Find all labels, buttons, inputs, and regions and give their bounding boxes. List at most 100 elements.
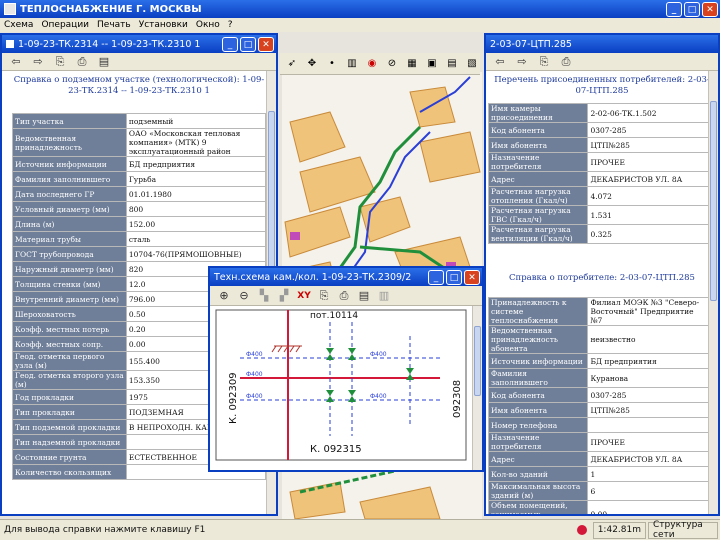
left-heading: Справка о подземном участке (технологиче…: [13, 75, 265, 96]
maximize-icon[interactable]: □: [240, 37, 256, 52]
row-key: Наружный диаметр (мм): [12, 261, 127, 277]
right-info-window: 2-03-07-ЦТП.285 ⇦ ⇨ ⎘ ⎙ Перечень присоед…: [484, 33, 720, 516]
maximize-icon[interactable]: □: [446, 270, 462, 285]
pointer-icon[interactable]: ➶: [284, 56, 300, 72]
row-key: Номер телефона: [487, 417, 589, 433]
row-value: 2-02-06-ТК.1.502: [587, 103, 710, 123]
menu-item-scheme[interactable]: Схема: [4, 20, 33, 30]
row-value: 0.00: [587, 500, 710, 514]
traffic-light-icon[interactable]: ▥: [344, 56, 360, 72]
table-row: Источник информации БД предприятия: [12, 156, 267, 172]
scheme-title: Техн.схема кам./кол. 1-09-23-ТК.2309/2: [214, 271, 412, 283]
row-key: Тип надземной прокладки: [12, 434, 127, 450]
preview-icon[interactable]: ▤: [356, 288, 372, 304]
row-key: Условный диаметр (мм): [12, 201, 127, 217]
row-value: неизвестно: [587, 325, 710, 354]
grid-icon[interactable]: ▦: [404, 56, 420, 72]
row-key: Тип прокладки: [12, 404, 127, 420]
stop-icon[interactable]: ⊘: [384, 56, 400, 72]
table-row: Объем помещений, занимаемых потребителем…: [487, 500, 710, 514]
row-key: ГОСТ трубопровода: [12, 246, 127, 262]
pan-icon[interactable]: ▚: [256, 288, 272, 304]
row-key: Толщина стенки (мм): [12, 276, 127, 292]
back-icon[interactable]: ⇦: [492, 54, 508, 70]
copy-icon[interactable]: ⎘: [536, 54, 552, 70]
forward-icon[interactable]: ⇨: [30, 54, 46, 70]
row-key: Имя абонента: [487, 402, 589, 418]
row-key: Источник информации: [487, 353, 589, 369]
zoom-in-icon[interactable]: ⊕: [216, 288, 232, 304]
print-icon[interactable]: ⎙: [336, 288, 352, 304]
row-value: 1: [587, 466, 710, 482]
zoom-out-icon[interactable]: ⊖: [236, 288, 252, 304]
row-key: Максимальная высота зданий (м): [487, 481, 589, 501]
row-key: Коэфф. местных потерь: [12, 321, 127, 337]
table-row: Ведомственная принадлежность ОАО «Московс…: [12, 128, 267, 157]
xy-icon[interactable]: XY: [296, 288, 312, 304]
table-row: Максимальная высота зданий (м) 6: [487, 481, 710, 501]
row-value: БД предприятия: [125, 156, 267, 172]
scheme-title-bar: Техн.схема кам./кол. 1-09-23-ТК.2309/2 _…: [210, 268, 482, 286]
row-key: Дата последнего ГР: [12, 186, 127, 202]
menu-item-settings[interactable]: Установки: [139, 20, 188, 30]
pan-icon[interactable]: ✥: [304, 56, 320, 72]
copy-icon[interactable]: ⎘: [52, 54, 68, 70]
table-row: Код абонента 0307-285: [487, 122, 710, 138]
table-row: Назначение потребителя ПРОЧЕЕ: [487, 152, 710, 172]
row-key: Ведомственная принадлежность абонента: [487, 325, 589, 354]
close-icon[interactable]: ✕: [464, 270, 480, 285]
fit-icon[interactable]: ▞: [276, 288, 292, 304]
row-value: ЦТП№285: [587, 402, 710, 418]
preview-icon[interactable]: ▤: [96, 54, 112, 70]
row-value: 0.325: [587, 224, 710, 244]
row-key: Адрес: [487, 451, 589, 467]
forward-icon[interactable]: ⇨: [514, 54, 530, 70]
row-value: 800: [125, 201, 267, 217]
print-icon[interactable]: ⎙: [74, 54, 90, 70]
close-icon[interactable]: ✕: [258, 37, 274, 52]
copy-icon[interactable]: ⎘: [316, 288, 332, 304]
right-scrollbar[interactable]: [708, 71, 718, 514]
scheme-window: Техн.схема кам./кол. 1-09-23-ТК.2309/2 _…: [208, 266, 484, 472]
row-key: Расчетная нагрузка ГВС (Гкал/ч): [487, 205, 589, 225]
layers-icon[interactable]: ▥: [376, 288, 392, 304]
scheme-scrollbar[interactable]: [472, 306, 482, 470]
table-row: Адрес ДЕКАБРИСТОВ УЛ. 8А: [487, 171, 710, 187]
scroll-thumb[interactable]: [710, 101, 717, 301]
pipe-label: Ф400: [370, 393, 387, 400]
minimize-icon[interactable]: _: [222, 37, 238, 52]
scroll-thumb[interactable]: [474, 326, 481, 396]
row-value: ДЕКАБРИСТОВ УЛ. 8А: [587, 451, 710, 467]
table-row: Расчетная нагрузка вентиляции (Гкал/ч) 0.…: [487, 224, 710, 244]
layers-icon[interactable]: ▤: [444, 56, 460, 72]
row-value: Гурьба: [125, 171, 267, 187]
node-icon[interactable]: •: [324, 56, 340, 72]
label-top: пот.10114: [310, 311, 358, 321]
menu-item-operations[interactable]: Операции: [41, 20, 89, 30]
close-icon[interactable]: ✕: [702, 2, 718, 17]
table-row: Номер телефона: [487, 417, 710, 433]
row-key: Фамилия заполнившего: [487, 368, 589, 388]
print-icon[interactable]: ⎙: [558, 54, 574, 70]
right-window-title: 2-03-07-ЦТП.285: [490, 38, 572, 50]
target-icon[interactable]: ◉: [364, 56, 380, 72]
menu-item-print[interactable]: Печать: [97, 20, 131, 30]
consumer-info-table: Принадлежность к системе теплоснабжения Ф…: [487, 297, 710, 514]
chart-icon[interactable]: ▧: [464, 56, 480, 72]
left-window-title-bar: 1-09-23-ТК.2314 -- 1-09-23-ТК.2310 1 _ □…: [2, 35, 276, 53]
table-row: Материал трубы сталь: [12, 231, 267, 247]
row-key: Количество скользящих: [12, 464, 127, 480]
image-icon[interactable]: ▣: [424, 56, 440, 72]
menu-item-help[interactable]: ?: [228, 20, 233, 30]
minimize-icon[interactable]: _: [428, 270, 444, 285]
pipe-label: Ф400: [370, 351, 387, 358]
table-row: Имя абонента ЦТП№285: [487, 402, 710, 418]
table-row: Фамилия заполнившего Куранова: [487, 368, 710, 388]
row-value: 10704-76(ПРЯМОШОВНЫЕ): [125, 246, 267, 262]
row-key: Расчетная нагрузка вентиляции (Гкал/ч): [487, 224, 589, 244]
row-key: Ведомственная принадлежность: [12, 128, 127, 157]
minimize-icon[interactable]: _: [666, 2, 682, 17]
maximize-icon[interactable]: □: [684, 2, 700, 17]
back-icon[interactable]: ⇦: [8, 54, 24, 70]
menu-item-window[interactable]: Окно: [196, 20, 220, 30]
